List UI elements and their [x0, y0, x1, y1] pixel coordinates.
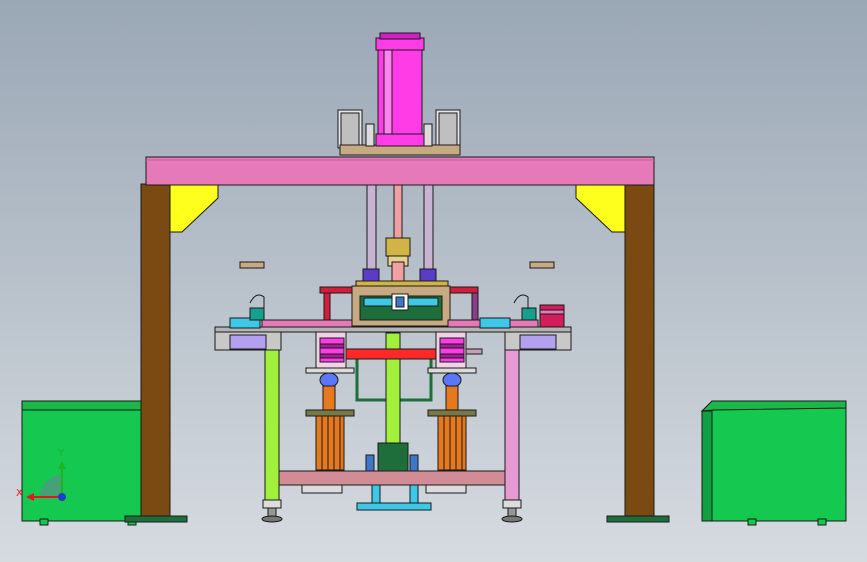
right-leg[interactable] — [501, 349, 523, 523]
cad-viewport[interactable]: X Y — [0, 0, 867, 562]
right-cabinet[interactable] — [700, 400, 847, 526]
lower-crossbeam[interactable] — [278, 470, 506, 486]
left-clamp[interactable] — [315, 331, 347, 369]
right-clamp[interactable] — [435, 331, 467, 369]
triad-x-label: X — [16, 488, 23, 499]
machine-front-view: X Y — [0, 0, 867, 562]
left-cabinet[interactable] — [21, 400, 147, 526]
left-leg[interactable] — [261, 349, 283, 523]
top-crossbeam[interactable] — [145, 156, 655, 186]
triad-y-label: Y — [57, 448, 65, 459]
